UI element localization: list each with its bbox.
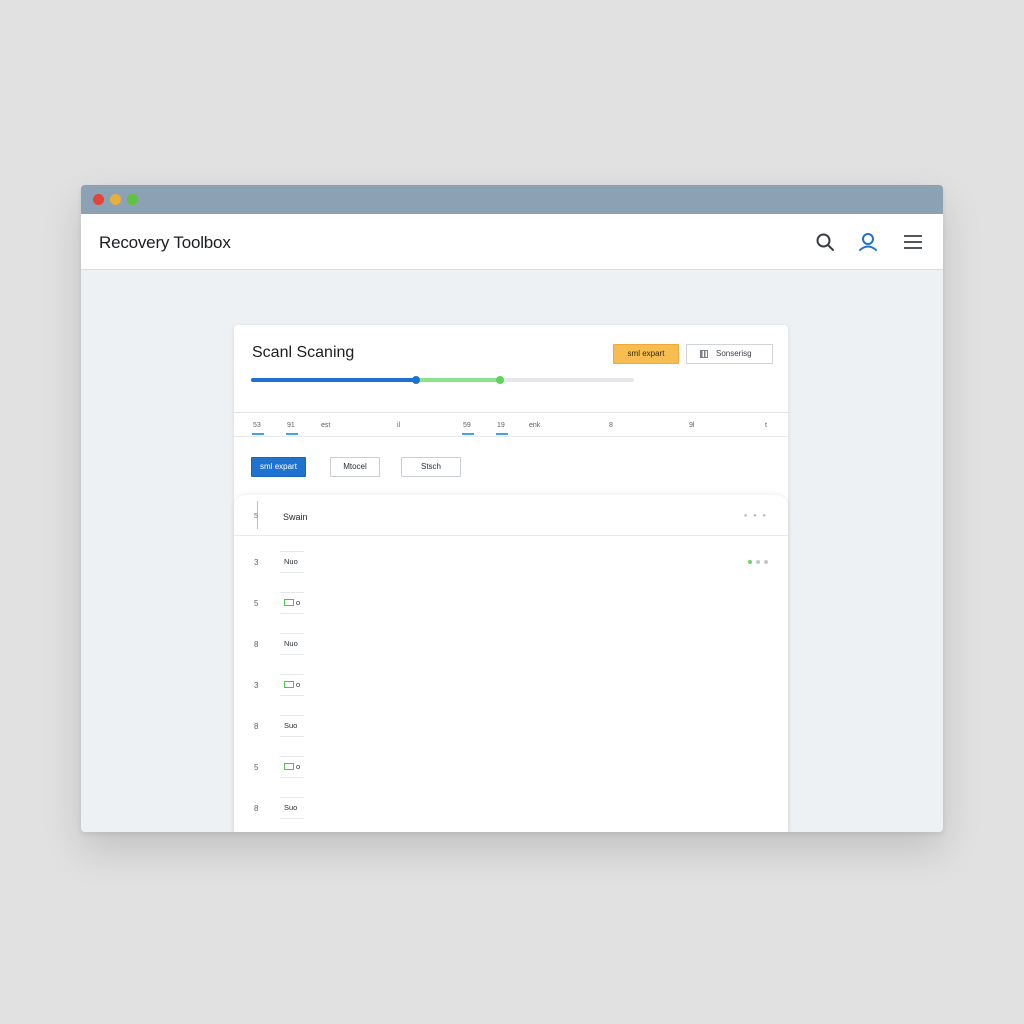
column-header[interactable]: est xyxy=(321,422,330,429)
maximize-window-button[interactable] xyxy=(127,194,138,205)
scan-progress-bar xyxy=(251,376,634,384)
column-header[interactable]: t xyxy=(765,422,767,429)
list-header-label[interactable]: Swain xyxy=(283,512,308,522)
row-value: o xyxy=(280,674,304,696)
column-header[interactable]: 59 xyxy=(462,422,474,435)
qr-icon xyxy=(700,350,708,358)
app-title: Recovery Toolbox xyxy=(99,233,231,252)
list-item[interactable]: 5 o xyxy=(234,747,788,787)
export-primary-button[interactable]: sml expart xyxy=(251,457,306,477)
list-item[interactable]: 3 Nuo xyxy=(234,542,788,582)
row-index: 3 xyxy=(254,558,259,567)
search-icon[interactable] xyxy=(813,230,837,254)
progress-fill-primary xyxy=(251,378,416,382)
column-header[interactable]: 8 xyxy=(609,422,613,429)
file-icon xyxy=(284,680,294,688)
scan-title: Scanl Scaning xyxy=(252,344,355,361)
scan-panel: Scanl Scaning sml expart Sonserisg 53 91… xyxy=(234,325,788,832)
list-item[interactable]: 8 Nuo xyxy=(234,624,788,664)
row-index: 8 xyxy=(254,722,259,731)
list-item[interactable]: 5 o xyxy=(234,583,788,623)
row-value: Nuo xyxy=(280,633,304,655)
column-header[interactable]: enk xyxy=(529,422,540,429)
row-index: 3 xyxy=(254,681,259,690)
row-value: Nuo xyxy=(280,551,304,573)
window-titlebar xyxy=(81,185,943,214)
column-header[interactable]: il xyxy=(397,422,400,429)
search-button[interactable]: Stsch xyxy=(401,457,461,477)
list-item[interactable]: 8 Suo xyxy=(234,788,788,828)
row-index: 8 xyxy=(254,640,259,649)
column-header[interactable]: 53 xyxy=(252,422,264,435)
results-list: 5 Swain ● ● ● 3 Nuo 5 o 8 Nuo 3 o 8 Suo … xyxy=(234,495,788,832)
column-header-row: 53 91 est il 59 19 enk 8 9l t xyxy=(234,412,788,437)
progress-handle-secondary[interactable] xyxy=(495,376,504,384)
minimize-window-button[interactable] xyxy=(110,194,121,205)
scan-status-button[interactable]: Sonserisg xyxy=(686,344,773,364)
export-button[interactable]: sml expart xyxy=(613,344,679,364)
scan-status-label: Sonserisg xyxy=(716,349,752,358)
row-index: 5 xyxy=(254,763,259,772)
model-button[interactable]: Mtocel xyxy=(330,457,380,477)
file-icon xyxy=(284,762,294,770)
more-options-icon[interactable]: ● ● ● xyxy=(744,513,768,519)
row-status-dots xyxy=(748,560,768,564)
row-index: 5 xyxy=(254,599,259,608)
list-item[interactable]: 8 Suo xyxy=(234,706,788,746)
close-window-button[interactable] xyxy=(93,194,104,205)
list-header-index: 5 xyxy=(254,513,258,520)
row-value: Suo xyxy=(280,797,304,819)
app-header: Recovery Toolbox xyxy=(81,214,943,270)
progress-handle-primary[interactable] xyxy=(411,376,420,384)
action-toolbar: sml expart Mtocel Stsch xyxy=(234,447,788,477)
menu-icon[interactable] xyxy=(901,230,925,254)
row-value: o xyxy=(280,592,304,614)
column-header[interactable]: 9l xyxy=(689,422,694,429)
list-header: 5 Swain ● ● ● xyxy=(234,495,788,536)
file-icon xyxy=(284,598,294,606)
row-value: Suo xyxy=(280,715,304,737)
app-window: Recovery Toolbox Scanl Scaning sml expar… xyxy=(81,185,943,832)
user-icon[interactable] xyxy=(856,230,880,254)
column-header[interactable]: 19 xyxy=(496,422,508,435)
list-item[interactable]: 3 o xyxy=(234,665,788,705)
row-value: o xyxy=(280,756,304,778)
column-header[interactable]: 91 xyxy=(286,422,298,435)
row-index: 8 xyxy=(254,804,259,813)
